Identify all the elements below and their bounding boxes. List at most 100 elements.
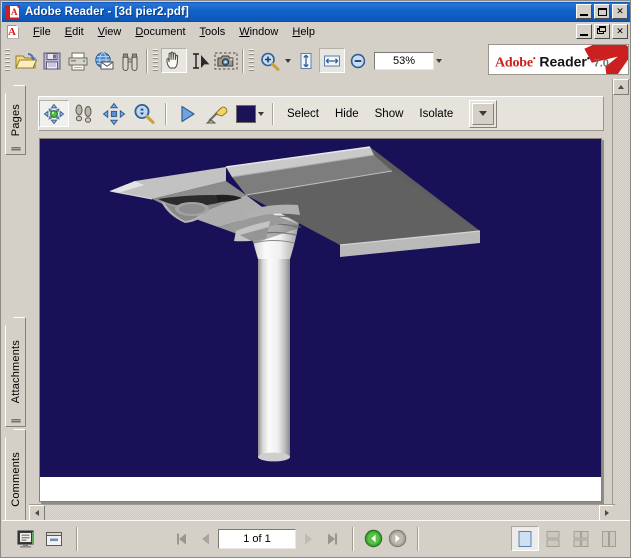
close-button[interactable]: ✕ [612,4,628,19]
sidebar-tab-pages-label: Pages [9,103,22,137]
play-animation-button[interactable] [172,100,202,127]
status-bar: 1 of 1 [2,520,630,556]
printer-icon [68,52,88,70]
toggle-sidebar-button[interactable] [40,526,68,551]
previous-page-button[interactable] [194,528,218,550]
previous-view-button[interactable] [361,528,385,550]
page-display-button[interactable] [12,526,40,551]
menu-item-window[interactable]: Window [232,24,285,40]
isolate-button[interactable]: Isolate [411,104,461,124]
open-file-button[interactable] [13,48,39,73]
menu-item-document[interactable]: Document [128,24,192,40]
single-page-icon [518,530,532,547]
fit-width-button[interactable] [319,48,345,73]
zoom-level-dropdown-arrow[interactable] [434,50,444,72]
email-globe-icon [95,51,114,69]
tab-grip-dots [11,147,20,151]
vertical-scroll-track[interactable] [613,96,629,506]
scroll-up-button[interactable] [613,79,629,95]
window-title: Adobe Reader - [3d pier2.pdf] [25,6,189,18]
menu-item-edit[interactable]: Edit [58,24,91,40]
continuous-layout-button[interactable] [539,526,567,551]
adobe-reader-logo: Adobe• Reader• 7.0 [488,44,629,75]
save-file-button[interactable] [39,48,65,73]
sidebar-tab-attachments-label: Attachments [9,340,22,404]
pan-tool-button[interactable] [99,100,129,127]
tools-group-grip[interactable] [153,49,158,72]
search-button[interactable] [117,48,143,73]
facing-layout-button[interactable] [595,526,623,551]
last-page-button[interactable] [320,528,344,550]
rotate-tool-button[interactable] [39,100,69,127]
select-text-button[interactable] [187,48,213,73]
continuous-facing-layout-button[interactable] [567,526,595,551]
last-page-icon [328,533,337,544]
single-page-layout-button[interactable] [511,526,539,551]
3d-viewport[interactable] [40,139,601,477]
3d-toolbar: Select Hide Show Isolate [38,96,604,131]
menu-item-tools[interactable]: Tools [193,24,233,40]
pdf-page [39,138,602,502]
page-number-input[interactable]: 1 of 1 [218,528,296,549]
minimize-button[interactable] [576,4,592,19]
zoom-group-grip[interactable] [249,49,254,72]
zoom-in-button[interactable] [257,48,283,73]
mdi-close-button[interactable]: ✕ [612,24,628,39]
background-color-swatch[interactable] [236,104,256,123]
toolbar-grip[interactable] [5,49,10,72]
mdi-window-controls: ✕ [576,24,628,39]
next-page-icon [305,533,312,544]
sidebar-tab-comments[interactable]: Comments [5,429,26,529]
zoom-in-dropdown-arrow[interactable] [283,50,293,72]
background-color-dropdown-arrow[interactable] [256,103,266,125]
menu-item-view[interactable]: View [91,24,129,40]
horizontal-scrollbar[interactable] [29,504,615,521]
play-triangle-icon [181,105,195,122]
mdi-restore-button[interactable] [594,24,610,39]
snapshot-button[interactable] [213,48,239,73]
actual-size-button[interactable] [293,48,319,73]
menu-item-file[interactable]: File [26,24,58,40]
lighting-button[interactable] [202,100,232,127]
next-page-button[interactable] [296,528,320,550]
mdi-minimize-button[interactable] [576,24,592,39]
next-view-button[interactable] [385,528,409,550]
desk-lamp-icon [205,106,228,123]
zoom-out-button[interactable] [345,48,371,73]
email-button[interactable] [91,48,117,73]
hide-button[interactable]: Hide [327,104,367,124]
sidebar-tab-attachments[interactable]: Attachments [5,317,26,427]
facing-pages-icon [602,530,616,547]
3d-bridge-pier-model [109,146,481,462]
horizontal-scroll-track[interactable] [46,505,598,521]
hand-tool-button[interactable] [161,48,187,73]
print-button[interactable] [65,48,91,73]
adobe-reader-icon: A [5,4,21,20]
show-button[interactable]: Show [367,104,412,124]
select-button[interactable]: Select [279,104,327,124]
document-pane: Select Hide Show Isolate [29,79,615,523]
footsteps-icon [75,104,92,123]
3d-options-dropdown[interactable] [472,102,495,125]
window-controls: ✕ [576,4,628,19]
pan-arrows-icon [102,102,126,125]
hand-icon [166,51,179,68]
title-bar: A Adobe Reader - [3d pier2.pdf] ✕ [2,2,630,22]
sidebar-tab-pages[interactable]: Pages [5,85,26,155]
walk-tool-button[interactable] [69,100,99,127]
maximize-button[interactable] [594,4,610,19]
first-page-button[interactable] [170,528,194,550]
menu-bar: A File Edit View Document Tools Window H… [2,22,630,43]
vertical-scrollbar[interactable] [612,79,629,523]
monitor-icon [17,530,34,548]
adobe-document-icon[interactable]: A [6,24,21,40]
sidebar-tab-comments-label: Comments [9,451,22,507]
zoom-tool-button[interactable] [129,100,159,127]
sidebar-tab-column: Pages Attachments Comments [2,79,30,529]
menu-item-help[interactable]: Help [285,24,322,40]
zoom-level-input[interactable]: 53% [374,51,434,70]
fit-height-icon [300,52,312,69]
scroll-left-button[interactable] [29,505,45,521]
magnifier-plus-icon [261,52,280,71]
sidebar-panel-icon [46,531,62,546]
